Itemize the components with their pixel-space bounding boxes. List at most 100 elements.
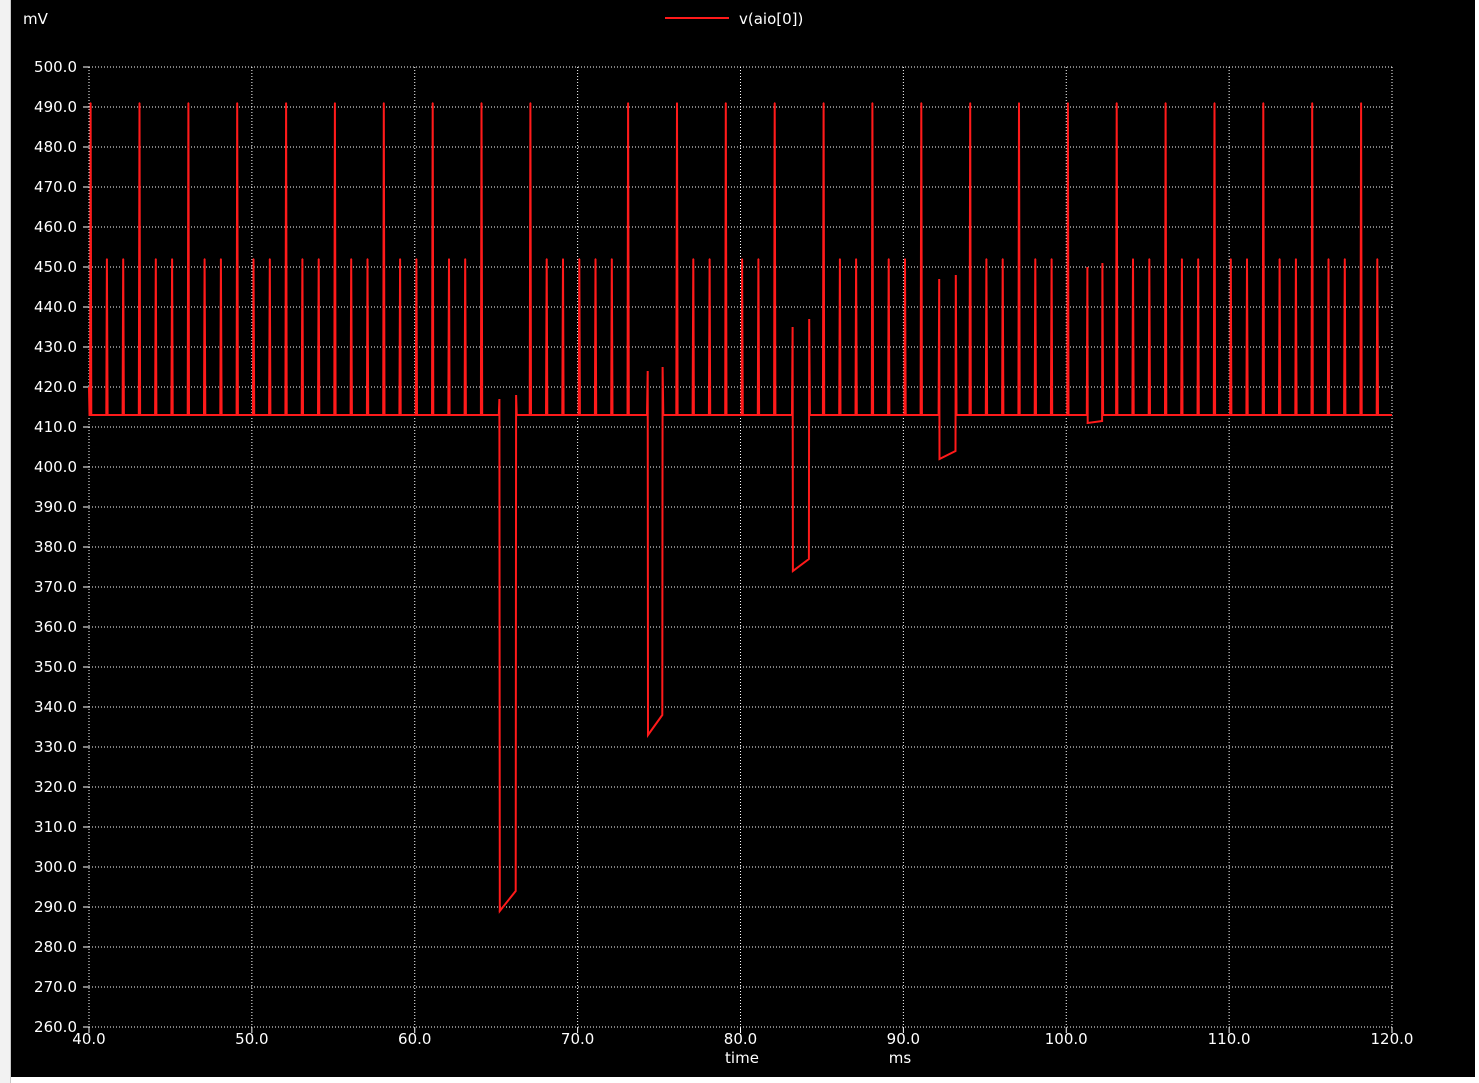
spike-peak-point [1034,258,1037,260]
spike-peak-point [464,258,467,260]
y-tick-label: 400.0 [34,458,77,476]
spike-peak-point [725,102,727,104]
spike-peak-point [366,258,369,260]
y-tick-label: 410.0 [34,418,77,436]
spike-peak-point [676,102,678,104]
x-tick-label: 120.0 [1371,1030,1414,1048]
spike-peak-point [1148,258,1151,260]
spike-peak-point [399,258,401,260]
y-tick-label: 290.0 [34,898,77,916]
spike-peak-point [1376,258,1379,260]
spike-peak-point [594,258,597,260]
x-tick-label: 60.0 [398,1030,431,1048]
spike-peak-point [855,258,857,260]
spike-peak-point [1018,102,1020,104]
spike-peak-point [350,258,353,260]
x-tick-label: 90.0 [887,1030,920,1048]
dip-low-point [646,734,649,736]
y-tick-label: 470.0 [34,178,77,196]
spike-peak-point [985,258,988,260]
spike-peak-point [578,258,581,260]
y-tick-label: 460.0 [34,218,77,236]
y-tick-label: 330.0 [34,738,77,756]
dip-low-point [498,910,501,912]
x-tick-label: 80.0 [724,1030,757,1048]
y-tick-label: 450.0 [34,258,77,276]
y-tick-label: 310.0 [34,818,77,836]
spike-peak-point [1295,258,1297,260]
x-tick-label: 100.0 [1045,1030,1088,1048]
spike-peak-point [155,258,157,260]
spike-peak-point [448,258,450,260]
spike-peak-point [1164,102,1167,104]
spike-peak-point [822,102,825,104]
spike-peak-point [269,258,271,260]
x-tick-label: 110.0 [1208,1030,1251,1048]
spike-peak-point [904,258,906,260]
spike-peak-point [138,102,141,104]
spike-peak-point [1001,258,1004,260]
spike-peak-point [1344,258,1346,260]
spike-peak-point [1050,258,1053,260]
spike-peak-point [122,258,124,260]
spike-peak-point [611,258,613,260]
spike-peak-point [1246,258,1248,260]
x-tick-label: 40.0 [72,1030,105,1048]
spike-peak-point [1132,258,1134,260]
spike-peak-point [334,102,336,104]
y-tick-label: 480.0 [34,138,77,156]
spike-peak-point [1327,258,1330,260]
y-tick-label: 300.0 [34,858,77,876]
y-tick-label: 260.0 [34,1018,77,1036]
y-tick-label: 370.0 [34,578,77,596]
spike-peak-point [89,102,92,104]
waveform-plot-window: mV v(aio[0]) 500.0 490.0 480.0 470.0 460.0 45… [11,0,1475,1077]
y-tick-label: 440.0 [34,298,77,316]
spike-peak-point [969,102,971,104]
y-tick-label: 320.0 [34,778,77,796]
dip-low-point [791,570,794,572]
spike-peak-point [562,258,564,260]
spike-peak-point [171,258,173,260]
dip-low-point [1086,422,1089,424]
spike-peak-point [839,258,841,260]
spike-peak-point [1115,102,1118,104]
spike-peak-point [236,102,238,104]
spike-peak-point [187,102,190,104]
y-tick-label: 420.0 [34,378,77,396]
spike-peak-point [480,102,483,104]
grid [88,66,1393,1028]
spike-peak-point [252,258,255,260]
spike-peak-point [1278,258,1281,260]
spike-peak-point [203,258,206,260]
spike-peak-point [1262,102,1265,104]
legend-label: v(aio[0]) [739,10,803,28]
spike-peak-point [1360,102,1362,104]
y-tick-label: 380.0 [34,538,77,556]
y-tick-label: 360.0 [34,618,77,636]
waveform-chart: mV v(aio[0]) 500.0 490.0 480.0 470.0 460.0 45… [23,10,1414,1067]
y-tick-label: 390.0 [34,498,77,516]
legend[interactable]: v(aio[0]) [665,10,803,28]
spike-peak-point [301,258,304,260]
x-axis-label: time [725,1049,759,1067]
spike-peak-point [431,102,434,104]
y-axis-ticks: 500.0 490.0 480.0 470.0 460.0 450.0 440.0 430.0… [34,58,89,1036]
spike-peak-point [415,258,418,260]
spike-peak-point [871,102,874,104]
spike-peak-point [383,102,385,104]
spike-peak-point [317,258,320,260]
left-window-edge [0,0,11,1083]
y-tick-label: 340.0 [34,698,77,716]
y-tick-label: 430.0 [34,338,77,356]
spike-peak-point [1230,258,1232,260]
y-tick-label: 270.0 [34,978,77,996]
spike-peak-point [1067,102,1069,104]
x-tick-label: 50.0 [235,1030,268,1048]
spike-peak-point [708,258,711,260]
spike-peak-point [920,102,923,104]
y-tick-label: 280.0 [34,938,77,956]
spike-peak-point [757,258,760,260]
spike-peak-point [741,258,743,260]
spike-peak-point [887,258,890,260]
